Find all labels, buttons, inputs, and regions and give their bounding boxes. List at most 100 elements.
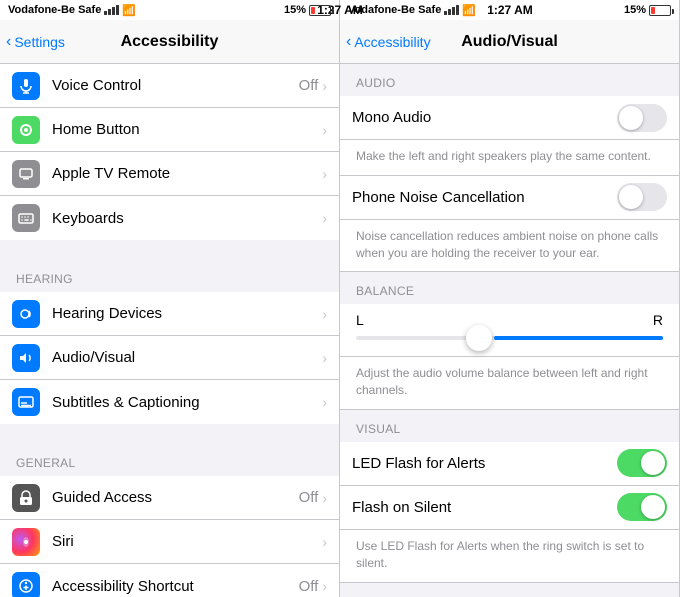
audio-visual-label: Audio/Visual: [52, 349, 322, 366]
balance-desc: Adjust the audio volume balance between …: [340, 356, 679, 410]
keyboards-chevron: ›: [322, 210, 327, 226]
voice-control-value: Off: [299, 77, 319, 94]
balance-left-label: L: [356, 312, 364, 328]
voice-control-chevron: ›: [322, 78, 327, 94]
balance-labels: L R: [356, 312, 663, 328]
mono-audio-item[interactable]: Mono Audio: [340, 96, 679, 140]
balance-section-label: BALANCE: [340, 272, 679, 304]
subtitles-chevron: ›: [322, 394, 327, 410]
accessibility-shortcut-value: Off: [299, 578, 319, 595]
left-nav-title: Accessibility: [121, 33, 219, 51]
spacer-2: [0, 424, 339, 440]
apple-tv-icon: [12, 160, 40, 188]
audio-section-label: AUDIO: [340, 64, 679, 96]
right-content: AUDIO Mono Audio Make the left and right…: [340, 64, 679, 597]
right-battery-icon: [649, 5, 671, 16]
led-flash-toggle[interactable]: [617, 449, 667, 477]
right-panel: Vodafone-Be Safe 📶 1:27 AM 15% ‹ Accessi…: [340, 0, 680, 597]
flash-silent-toggle[interactable]: [617, 493, 667, 521]
keyboards-icon: [12, 204, 40, 232]
right-back-button[interactable]: ‹ Accessibility: [346, 33, 431, 51]
balance-slider[interactable]: [356, 336, 663, 340]
siri-item[interactable]: Siri ›: [0, 520, 339, 564]
guided-access-chevron: ›: [322, 490, 327, 506]
led-flash-item[interactable]: LED Flash for Alerts: [340, 442, 679, 486]
flash-silent-label: Flash on Silent: [352, 499, 617, 516]
right-status-right: 15%: [624, 4, 671, 16]
left-panel: Vodafone-Be Safe 📶 1:27 AM 15% ‹ Setting…: [0, 0, 340, 597]
apple-tv-item[interactable]: Apple TV Remote ›: [0, 152, 339, 196]
home-button-item[interactable]: Home Button ›: [0, 108, 339, 152]
phone-noise-desc: Noise cancellation reduces ambient noise…: [340, 220, 679, 273]
phone-noise-knob: [619, 185, 643, 209]
siri-icon: [12, 528, 40, 556]
left-signal: [104, 5, 119, 15]
accessibility-shortcut-item[interactable]: Accessibility Shortcut Off ›: [0, 564, 339, 597]
left-content: Voice Control Off › Home Button › Apple …: [0, 64, 339, 597]
audio-visual-icon: [12, 344, 40, 372]
accessibility-shortcut-icon: [12, 572, 40, 597]
right-nav-bar: ‹ Accessibility Audio/Visual: [340, 20, 679, 64]
home-button-chevron: ›: [322, 122, 327, 138]
right-back-chevron: ‹: [346, 33, 351, 51]
left-back-chevron: ‹: [6, 33, 11, 51]
mono-audio-label: Mono Audio: [352, 109, 617, 126]
home-button-label: Home Button: [52, 121, 318, 138]
subtitles-label: Subtitles & Captioning: [52, 394, 322, 411]
right-back-label: Accessibility: [354, 34, 430, 50]
audio-group: Mono Audio Make the left and right speak…: [340, 96, 679, 272]
led-flash-label: LED Flash for Alerts: [352, 455, 617, 472]
left-battery-icon: [309, 5, 331, 16]
flash-silent-item[interactable]: Flash on Silent: [340, 486, 679, 530]
guided-access-item[interactable]: Guided Access Off ›: [0, 476, 339, 520]
left-group-2: Hearing Devices › Audio/Visual › Subtitl…: [0, 292, 339, 424]
phone-noise-label: Phone Noise Cancellation: [352, 189, 617, 206]
hearing-header: HEARING: [0, 256, 339, 292]
left-group-3: Guided Access Off › Siri › Accessibility…: [0, 476, 339, 597]
voice-control-label: Voice Control: [52, 77, 299, 94]
left-wifi-icon: 📶: [122, 4, 136, 17]
general-header: GENERAL: [0, 440, 339, 476]
voice-control-icon: [12, 72, 40, 100]
mono-audio-desc: Make the left and right speakers play th…: [340, 140, 679, 176]
mono-audio-toggle[interactable]: [617, 104, 667, 132]
phone-noise-item[interactable]: Phone Noise Cancellation: [340, 176, 679, 220]
flash-silent-knob: [641, 495, 665, 519]
audio-visual-chevron: ›: [322, 350, 327, 366]
right-nav-title: Audio/Visual: [461, 33, 558, 51]
left-status-right: 15%: [284, 4, 331, 16]
balance-row: L R: [340, 304, 679, 356]
balance-group: L R Adjust the audio volume balance betw…: [340, 304, 679, 410]
left-back-label: Settings: [14, 34, 65, 50]
accessibility-shortcut-chevron: ›: [322, 578, 327, 594]
left-status-bar: Vodafone-Be Safe 📶 1:27 AM 15%: [0, 0, 339, 20]
balance-fill-right: [494, 336, 663, 340]
right-status-bar: Vodafone-Be Safe 📶 1:27 AM 15%: [340, 0, 679, 20]
visual-section-label: VISUAL: [340, 410, 679, 442]
keyboards-label: Keyboards: [52, 210, 318, 227]
spacer-1: [0, 240, 339, 256]
right-battery-pct: 15%: [624, 4, 646, 16]
phone-noise-toggle[interactable]: [617, 183, 667, 211]
keyboards-item[interactable]: Keyboards ›: [0, 196, 339, 240]
hearing-devices-label: Hearing Devices: [52, 305, 322, 322]
voice-control-item[interactable]: Voice Control Off ›: [0, 64, 339, 108]
audio-visual-item[interactable]: Audio/Visual ›: [0, 336, 339, 380]
visual-desc: Use LED Flash for Alerts when the ring s…: [340, 530, 679, 583]
home-button-icon: [12, 116, 40, 144]
balance-knob[interactable]: [466, 325, 492, 351]
left-back-button[interactable]: ‹ Settings: [6, 33, 65, 51]
led-flash-knob: [641, 451, 665, 475]
accessibility-shortcut-label: Accessibility Shortcut: [52, 578, 299, 595]
guided-access-icon: [12, 484, 40, 512]
siri-label: Siri: [52, 533, 322, 550]
hearing-devices-item[interactable]: Hearing Devices ›: [0, 292, 339, 336]
siri-chevron: ›: [322, 534, 327, 550]
right-time: 1:27 AM: [487, 3, 533, 17]
left-battery-pct: 15%: [284, 4, 306, 16]
subtitles-item[interactable]: Subtitles & Captioning ›: [0, 380, 339, 424]
apple-tv-label: Apple TV Remote: [52, 165, 318, 182]
right-wifi-icon: 📶: [462, 4, 476, 17]
apple-tv-chevron: ›: [322, 166, 327, 182]
left-status-left: Vodafone-Be Safe 📶: [8, 4, 136, 17]
